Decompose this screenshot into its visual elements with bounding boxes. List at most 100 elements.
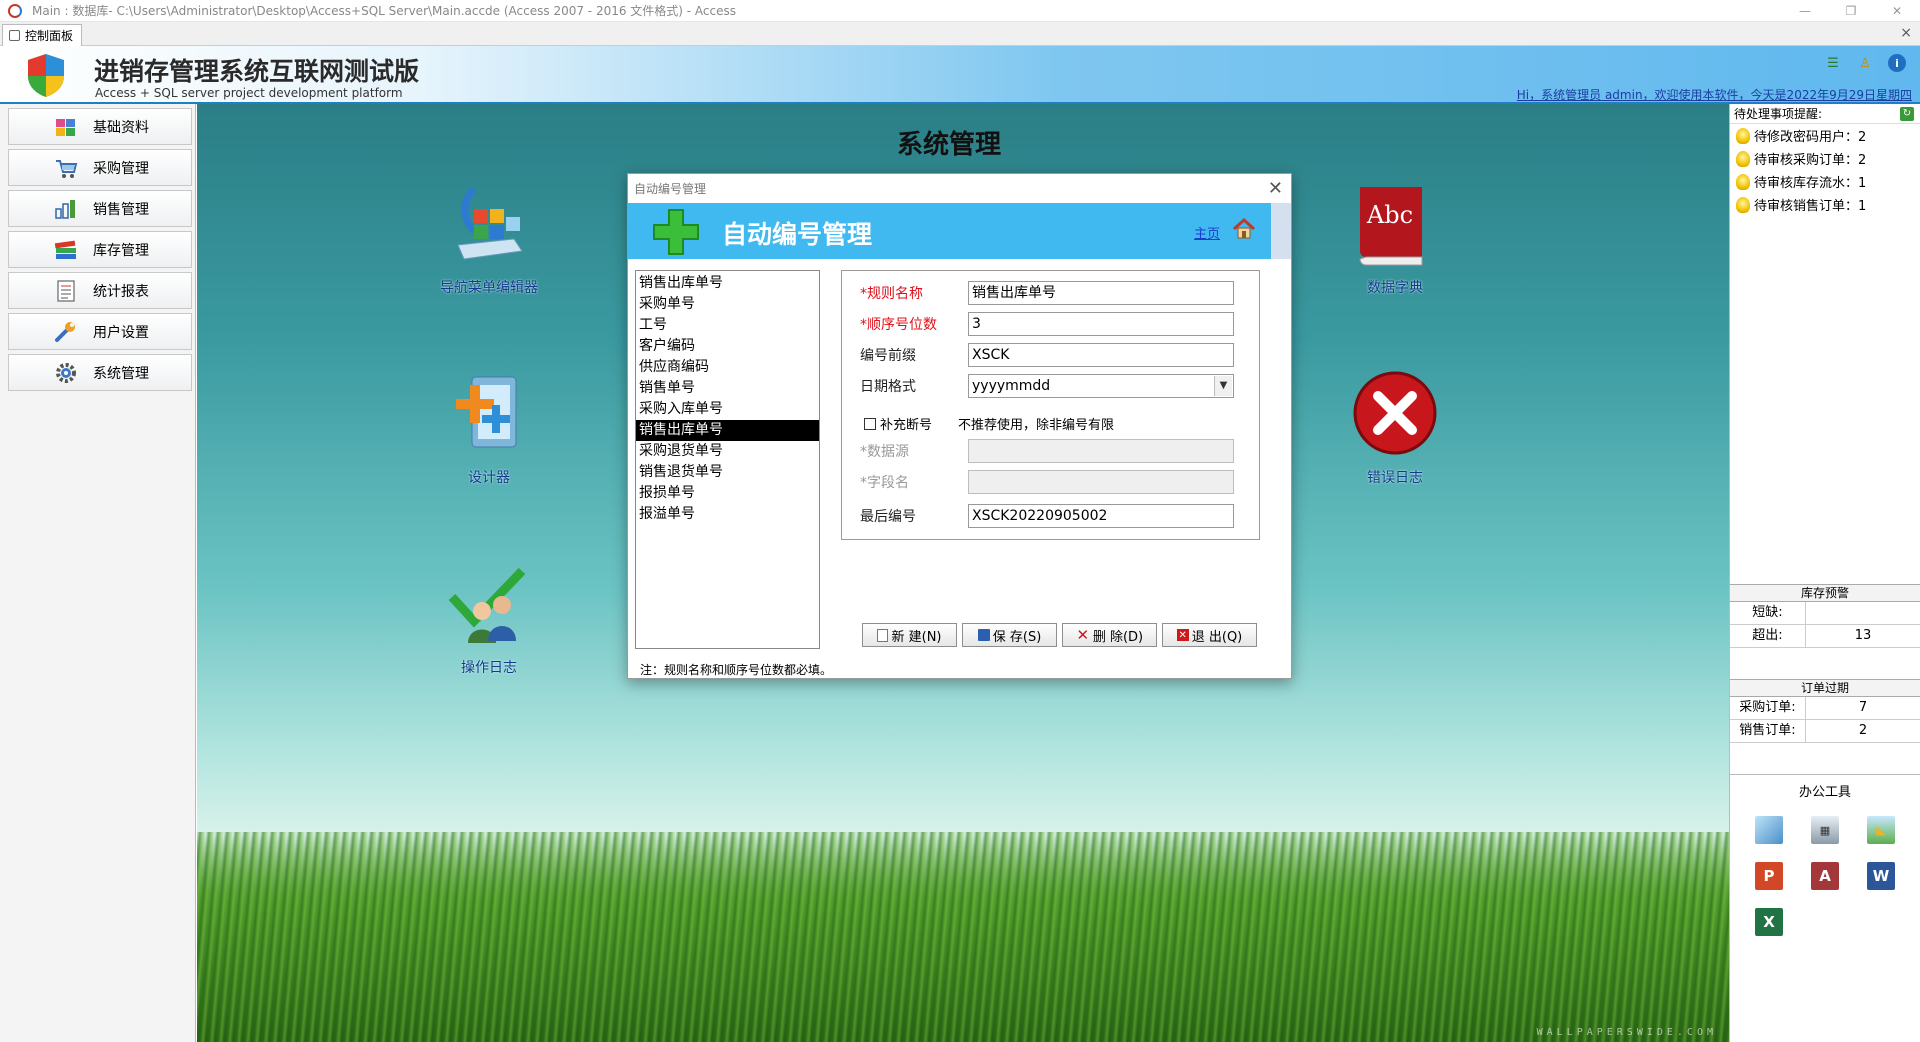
notebook-icon[interactable] — [1755, 816, 1783, 844]
wrench-icon — [55, 322, 75, 342]
refresh-icon[interactable]: ↻ — [1900, 107, 1914, 121]
sidebar-item-purchase[interactable]: 采购管理 — [8, 149, 192, 186]
shortcut-data-dictionary[interactable]: Abc 数据字典 — [1325, 179, 1465, 297]
home-link[interactable]: 主页 — [1194, 223, 1220, 242]
prefix-label: 编号前缀 — [860, 348, 916, 364]
new-button[interactable]: 新 建(N) — [862, 623, 957, 647]
save-button[interactable]: 保 存(S) — [962, 623, 1057, 647]
list-item-selected[interactable]: 销售出库单号 — [636, 420, 819, 441]
error-x-icon — [1353, 371, 1437, 455]
sidebar-item-label: 销售管理 — [93, 201, 149, 218]
picture-icon[interactable]: ◣ — [1867, 816, 1895, 844]
new-document-icon — [877, 628, 889, 642]
rule-name-label: *规则名称 — [860, 286, 923, 302]
shortcut-designer[interactable]: 设计器 — [419, 369, 559, 487]
exit-button-label: 退 出(Q) — [1191, 629, 1243, 645]
list-icon[interactable]: ☰ — [1824, 54, 1842, 72]
powerpoint-icon[interactable]: P — [1755, 862, 1783, 890]
lightbulb-icon — [1736, 127, 1750, 144]
last-number-label: 最后编号 — [860, 509, 916, 525]
fill-gap-checkbox[interactable] — [864, 417, 876, 430]
list-item[interactable]: 销售单号 — [636, 378, 819, 399]
exit-button[interactable]: ✕ 退 出(Q) — [1162, 623, 1257, 647]
excel-icon[interactable]: X — [1755, 908, 1783, 936]
kv-value[interactable]: 13 — [1806, 625, 1920, 647]
list-item[interactable]: 采购入库单号 — [636, 399, 819, 420]
page-title: 系统管理 — [897, 130, 1002, 160]
date-format-row: 日期格式 yyyymmdd ▼ — [860, 374, 1234, 398]
auto-numbering-dialog: 自动编号管理 ✕ 自动编号管理 主页 销售出库单号 采购单号 工号 客户编码 供… — [627, 173, 1292, 679]
todo-item[interactable]: 待修改密码用户：2 — [1730, 124, 1920, 147]
info-icon[interactable]: i — [1888, 54, 1906, 72]
window-titlebar: Main : 数据库- C:\Users\Administrator\Deskt… — [0, 0, 1920, 22]
dialog-close-icon[interactable]: ✕ — [1268, 178, 1283, 199]
kv-value[interactable] — [1806, 602, 1920, 624]
minimize-button[interactable]: — — [1782, 0, 1828, 22]
kv-label: 短缺: — [1730, 602, 1806, 624]
list-item[interactable]: 销售出库单号 — [636, 273, 819, 294]
sidebar-item-label: 库存管理 — [93, 242, 149, 259]
chevron-down-icon[interactable]: ▼ — [1214, 376, 1232, 396]
banner-scrollbar[interactable] — [1271, 203, 1291, 259]
tab-control-panel[interactable]: 控制面板 — [2, 24, 83, 46]
list-item[interactable]: 客户编码 — [636, 336, 819, 357]
shortcut-label: 导航菜单编辑器 — [440, 280, 538, 296]
access-icon[interactable]: A — [1811, 862, 1839, 890]
home-icon[interactable] — [1232, 217, 1256, 241]
prefix-row: 编号前缀 XSCK — [860, 343, 1234, 367]
list-item[interactable]: 销售退货单号 — [636, 462, 819, 483]
save-disk-icon — [977, 629, 990, 641]
shortcut-label: 错误日志 — [1367, 470, 1423, 486]
todo-item[interactable]: 待审核库存流水：1 — [1730, 170, 1920, 193]
sidebar-item-inventory[interactable]: 库存管理 — [8, 231, 192, 268]
sidebar-item-user-settings[interactable]: 用户设置 — [8, 313, 192, 350]
window-controls: — ❐ ✕ — [1782, 0, 1920, 22]
shortcut-error-log[interactable]: 错误日志 — [1325, 369, 1465, 487]
todo-header: 待处理事项提醒: ↻ — [1730, 104, 1920, 124]
date-format-select[interactable]: yyyymmdd ▼ — [968, 374, 1234, 398]
delete-button[interactable]: ✕ 删 除(D) — [1062, 623, 1157, 647]
user-icon[interactable]: ♙ — [1856, 54, 1874, 72]
kv-value[interactable]: 2 — [1806, 720, 1920, 742]
field-name-input[interactable] — [968, 470, 1234, 494]
list-item[interactable]: 报溢单号 — [636, 504, 819, 525]
list-item[interactable]: 供应商编码 — [636, 357, 819, 378]
calculator-icon[interactable]: ▦ — [1811, 816, 1839, 844]
sidebar-item-sales[interactable]: 销售管理 — [8, 190, 192, 227]
datasource-input[interactable] — [968, 439, 1234, 463]
close-document-icon[interactable]: × — [1900, 25, 1912, 41]
rule-name-input[interactable]: 销售出库单号 — [968, 281, 1234, 305]
purchase-cart-icon — [56, 160, 78, 178]
shortcut-operation-log[interactable]: 操作日志 — [419, 559, 559, 677]
sales-expired-row: 销售订单: 2 — [1730, 720, 1920, 743]
sidebar-item-base-data[interactable]: 基础资料 — [8, 108, 192, 145]
seq-digits-input[interactable]: 3 — [968, 312, 1234, 336]
document-tabstrip: 控制面板 × — [0, 22, 1920, 46]
list-item[interactable]: 报损单号 — [636, 483, 819, 504]
todo-item[interactable]: 待审核采购订单：2 — [1730, 147, 1920, 170]
shortcut-nav-editor[interactable]: 导航菜单编辑器 — [419, 179, 559, 297]
delete-x-icon: ✕ — [1076, 626, 1090, 644]
list-item[interactable]: 采购单号 — [636, 294, 819, 315]
close-button[interactable]: ✕ — [1874, 0, 1920, 22]
list-item[interactable]: 工号 — [636, 315, 819, 336]
last-number-input[interactable]: XSCK20220905002 — [968, 504, 1234, 528]
rule-form: *规则名称 销售出库单号 *顺序号位数 3 编号前缀 XSCK 日期格式 yyy… — [841, 270, 1260, 540]
prefix-input[interactable]: XSCK — [968, 343, 1234, 367]
sidebar-item-reports[interactable]: 统计报表 — [8, 272, 192, 309]
dictionary-book-icon: Abc — [1359, 187, 1423, 266]
list-item[interactable]: 采购退货单号 — [636, 441, 819, 462]
sales-chart-icon — [55, 200, 75, 219]
todo-text: 待审核库存流水：1 — [1754, 176, 1867, 191]
base-data-icon — [56, 119, 75, 136]
sidebar-item-system[interactable]: 系统管理 — [8, 354, 192, 391]
dialog-titlebar: 自动编号管理 ✕ — [628, 174, 1291, 203]
todo-item[interactable]: 待审核销售订单：1 — [1730, 193, 1920, 216]
shortcut-label: 数据字典 — [1367, 280, 1423, 296]
kv-value[interactable]: 7 — [1806, 697, 1920, 719]
word-icon[interactable]: W — [1867, 862, 1895, 890]
header-toolbar: ☰ ♙ i — [1824, 54, 1906, 72]
gear-icon — [56, 363, 76, 383]
restore-button[interactable]: ❐ — [1828, 0, 1874, 22]
rule-list[interactable]: 销售出库单号 采购单号 工号 客户编码 供应商编码 销售单号 采购入库单号 销售… — [635, 270, 820, 649]
